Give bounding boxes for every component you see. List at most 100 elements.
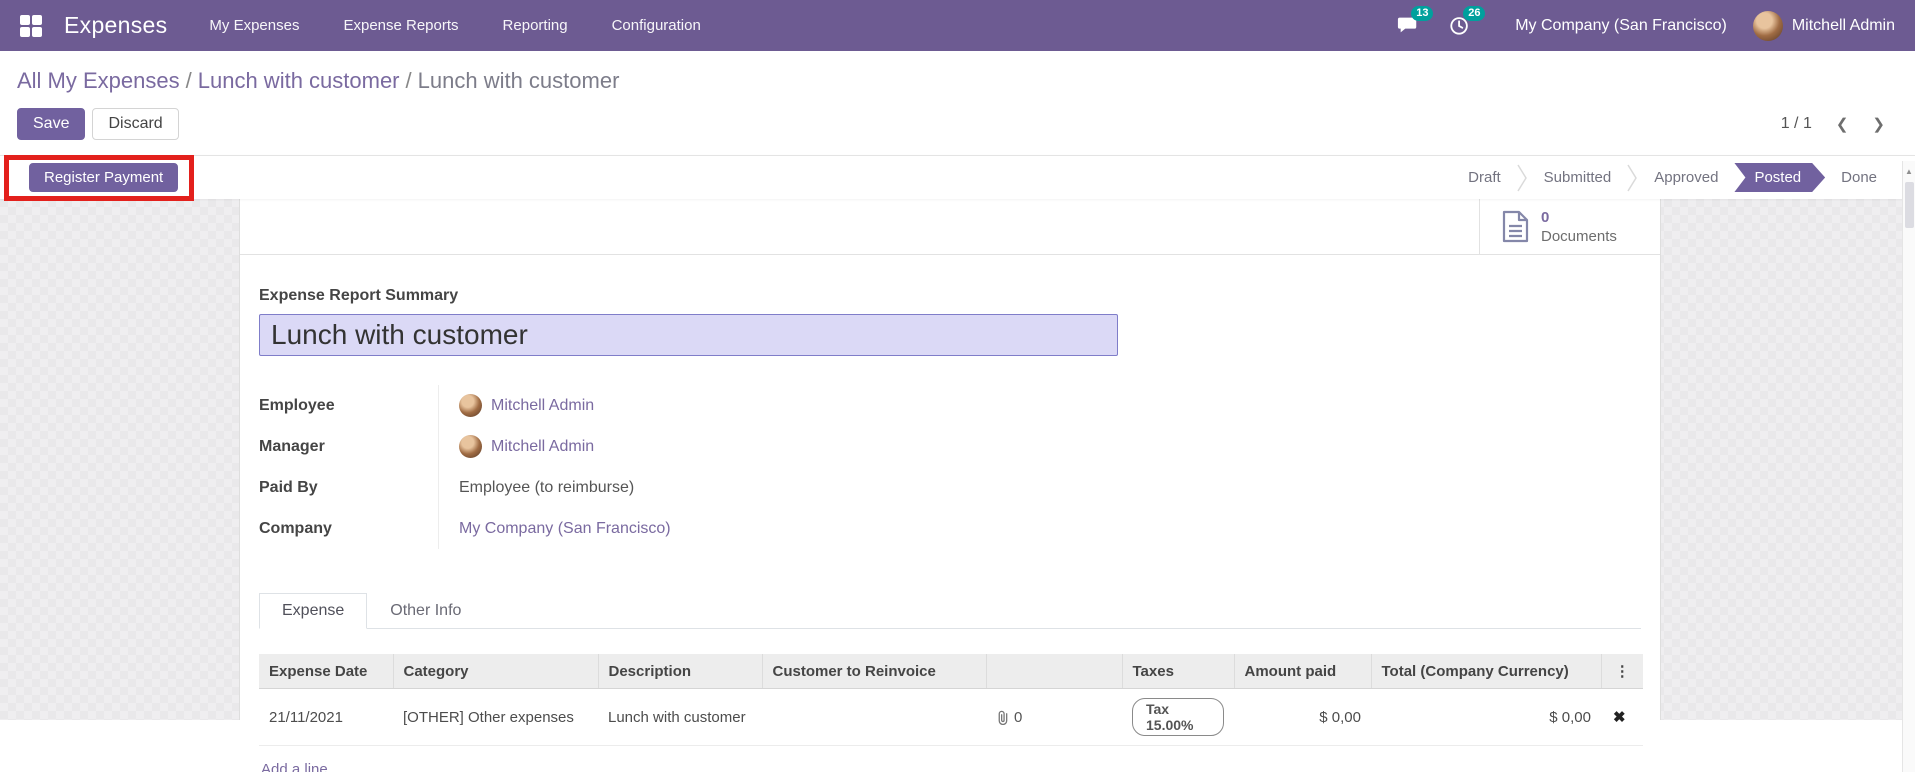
col-amount-paid[interactable]: Amount paid bbox=[1234, 654, 1372, 689]
statusbar: Draft Submitted Approved Posted Done bbox=[1468, 163, 1877, 192]
tax-tag[interactable]: Tax 15.00% bbox=[1132, 698, 1224, 736]
content-background: 0 Documents Expense Report Summary Emplo… bbox=[0, 199, 1915, 772]
tab-other-info[interactable]: Other Info bbox=[367, 593, 484, 629]
attachment-count: 0 bbox=[1014, 708, 1023, 726]
form-action-bar: Register Payment Draft Submitted Approve… bbox=[0, 155, 1915, 201]
breadcrumb-separator: / bbox=[185, 68, 192, 93]
manager-link[interactable]: Mitchell Admin bbox=[491, 438, 594, 456]
menu-my-expenses[interactable]: My Expenses bbox=[209, 17, 299, 34]
pager-previous-icon[interactable]: ❮ bbox=[1836, 115, 1849, 133]
user-menu[interactable]: Mitchell Admin bbox=[1752, 10, 1895, 41]
paperclip-icon bbox=[998, 710, 1008, 725]
employee-link[interactable]: Mitchell Admin bbox=[491, 397, 594, 415]
field-row-employee: Employee Mitchell Admin bbox=[259, 385, 859, 426]
status-step-done[interactable]: Done bbox=[1841, 169, 1877, 186]
register-payment-button[interactable]: Register Payment bbox=[29, 163, 179, 192]
apps-menu-icon[interactable] bbox=[20, 14, 42, 37]
activities-icon[interactable]: 26 bbox=[1449, 5, 1486, 38]
col-customer-to-reinvoice[interactable]: Customer to Reinvoice bbox=[762, 654, 987, 689]
col-expense-date[interactable]: Expense Date bbox=[259, 654, 394, 689]
company-label: Company bbox=[259, 519, 332, 537]
cell-attachments: 0 bbox=[986, 688, 1122, 746]
col-category[interactable]: Category bbox=[393, 654, 599, 689]
cell-expense-date[interactable]: 21/11/2021 bbox=[259, 688, 393, 746]
pager: 1 / 1 ❮ ❯ bbox=[1781, 115, 1885, 133]
app-title: Expenses bbox=[64, 12, 168, 38]
manager-avatar bbox=[459, 435, 482, 458]
employee-avatar bbox=[459, 394, 482, 417]
summary-input[interactable] bbox=[259, 314, 1118, 356]
manager-value: Mitchell Admin bbox=[438, 426, 594, 467]
company-switcher[interactable]: My Company (San Francisco) bbox=[1515, 17, 1727, 35]
scrollbar-up-icon[interactable]: ▲ bbox=[1905, 161, 1913, 176]
vertical-scrollbar[interactable]: ▲ bbox=[1902, 161, 1915, 772]
control-panel: Save Discard 1 / 1 ❮ ❯ bbox=[0, 108, 1915, 140]
field-row-company: Company My Company (San Francisco) bbox=[259, 508, 859, 549]
tab-expense[interactable]: Expense bbox=[259, 593, 368, 629]
activities-badge: 26 bbox=[1463, 5, 1486, 21]
field-row-paid-by: Paid By Employee (to reimburse) bbox=[259, 467, 859, 508]
button-box: 0 Documents bbox=[240, 199, 1660, 255]
employee-label: Employee bbox=[259, 396, 335, 414]
user-name: Mitchell Admin bbox=[1791, 16, 1895, 34]
discard-button[interactable]: Discard bbox=[92, 108, 179, 140]
menu-configuration[interactable]: Configuration bbox=[612, 17, 701, 34]
document-icon bbox=[1502, 210, 1529, 243]
breadcrumb-all-my-expenses[interactable]: All My Expenses bbox=[17, 68, 180, 93]
delete-row-icon[interactable]: ✖ bbox=[1611, 709, 1626, 726]
breadcrumb-current: Lunch with customer bbox=[417, 68, 620, 93]
paid-by-label: Paid By bbox=[259, 478, 318, 496]
status-step-approved[interactable]: Approved bbox=[1654, 169, 1718, 186]
breadcrumb: All My Expenses / Lunch with customer / Lunc… bbox=[0, 51, 1915, 94]
documents-stat-button[interactable]: 0 Documents bbox=[1479, 199, 1660, 254]
manager-label: Manager bbox=[259, 437, 325, 455]
main-menu: My Expenses Expense Reports Reporting Co… bbox=[209, 17, 700, 34]
cell-customer-to-reinvoice[interactable] bbox=[762, 688, 986, 746]
menu-expense-reports[interactable]: Expense Reports bbox=[343, 17, 458, 34]
expense-lines-table: Expense Date Category Description Custom… bbox=[259, 654, 1643, 746]
col-taxes[interactable]: Taxes bbox=[1122, 654, 1235, 689]
paid-by-value: Employee (to reimburse) bbox=[438, 467, 634, 508]
cell-delete: ✖ bbox=[1601, 688, 1643, 746]
summary-field-label: Expense Report Summary bbox=[259, 287, 459, 304]
cell-amount-paid[interactable]: $ 0,00 bbox=[1234, 688, 1371, 746]
documents-stat-text: 0 Documents bbox=[1541, 208, 1617, 246]
status-step-submitted[interactable]: Submitted bbox=[1544, 169, 1612, 186]
company-link[interactable]: My Company (San Francisco) bbox=[459, 520, 671, 538]
navbar-right: 13 26 My Company (San Francisco) Mitchel… bbox=[1397, 5, 1895, 41]
paid-by-text[interactable]: Employee (to reimburse) bbox=[459, 479, 634, 497]
table-row[interactable]: 21/11/2021 [OTHER] Other expenses Lunch … bbox=[259, 688, 1643, 746]
optional-columns-icon[interactable]: ⋮ bbox=[1601, 654, 1643, 689]
status-step-draft[interactable]: Draft bbox=[1468, 169, 1501, 186]
company-value: My Company (San Francisco) bbox=[438, 508, 671, 549]
breadcrumb-lunch-with-customer[interactable]: Lunch with customer bbox=[198, 68, 400, 93]
col-total-company-currency[interactable]: Total (Company Currency) bbox=[1371, 654, 1602, 689]
messages-icon[interactable]: 13 bbox=[1397, 5, 1434, 38]
messages-badge: 13 bbox=[1411, 5, 1434, 21]
col-attachments bbox=[986, 654, 1123, 689]
field-row-manager: Manager Mitchell Admin bbox=[259, 426, 859, 467]
form-fields: Employee Mitchell Admin Manager Mitchell… bbox=[259, 385, 859, 549]
top-navbar: Expenses My Expenses Expense Reports Rep… bbox=[0, 0, 1915, 51]
cell-taxes[interactable]: Tax 15.00% bbox=[1122, 688, 1234, 746]
pager-next-icon[interactable]: ❯ bbox=[1872, 115, 1885, 133]
cell-total[interactable]: $ 0,00 bbox=[1371, 688, 1601, 746]
documents-count: 0 bbox=[1541, 208, 1550, 226]
menu-reporting[interactable]: Reporting bbox=[503, 17, 568, 34]
add-a-line-link[interactable]: Add a line bbox=[259, 755, 379, 772]
status-step-posted-active[interactable]: Posted bbox=[1734, 163, 1825, 192]
employee-value: Mitchell Admin bbox=[438, 385, 594, 426]
status-separator-icon bbox=[1517, 164, 1528, 192]
status-separator-icon bbox=[1627, 164, 1638, 192]
save-button[interactable]: Save bbox=[17, 108, 86, 140]
col-description[interactable]: Description bbox=[598, 654, 763, 689]
user-avatar bbox=[1752, 10, 1783, 41]
cell-category[interactable]: [OTHER] Other expenses bbox=[393, 688, 598, 746]
cell-description[interactable]: Lunch with customer bbox=[598, 688, 762, 746]
table-header-row: Expense Date Category Description Custom… bbox=[259, 654, 1643, 689]
scrollbar-thumb[interactable] bbox=[1904, 182, 1914, 228]
form-sheet: 0 Documents Expense Report Summary Emplo… bbox=[239, 199, 1661, 772]
pager-count: 1 / 1 bbox=[1780, 115, 1812, 132]
documents-label: Documents bbox=[1541, 227, 1617, 245]
breadcrumb-separator: / bbox=[405, 68, 412, 93]
